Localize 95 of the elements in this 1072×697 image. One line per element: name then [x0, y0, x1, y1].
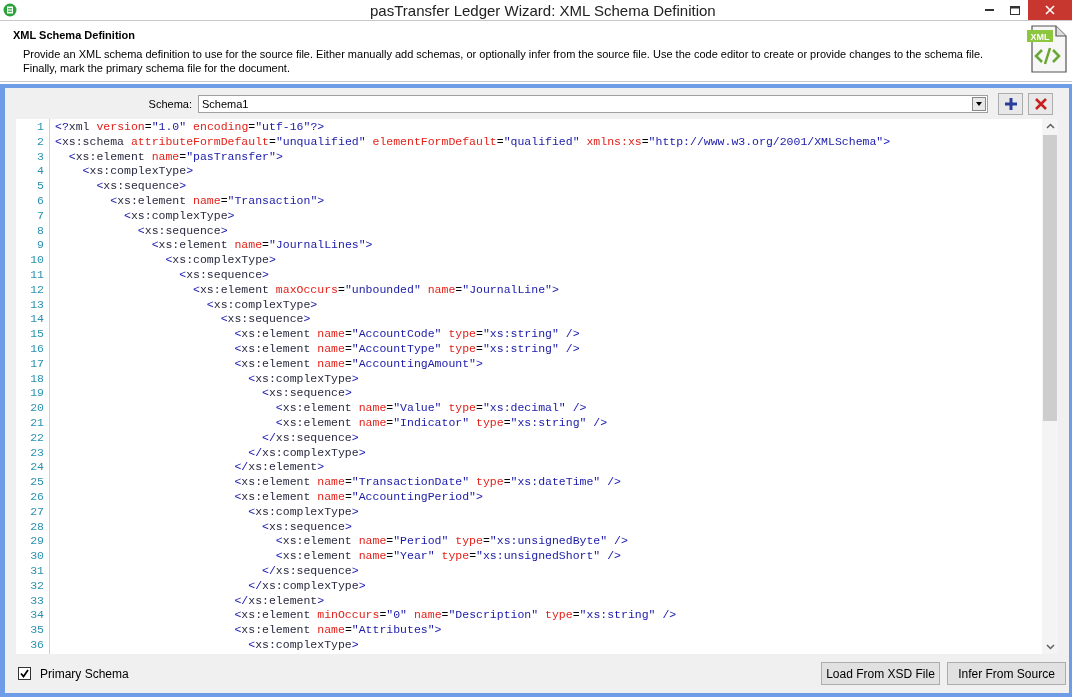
line-number: 29: [29, 534, 45, 550]
scrollbar-thumb[interactable]: [1043, 135, 1057, 421]
code-line: <xs:complexType>: [123, 208, 235, 224]
maximize-icon: [1010, 5, 1020, 15]
line-number: 10: [29, 253, 45, 268]
line-number: 19: [29, 386, 45, 402]
line-number: 1: [36, 120, 45, 135]
minimize-icon: [984, 9, 994, 11]
line-number: 26: [29, 489, 45, 505]
action-button[interactable]: Infer From Source: [947, 662, 1066, 685]
code-line: </xs:element>: [233, 593, 325, 609]
code-line: <xs:element name="Transaction">: [109, 194, 325, 209]
line-number: 35: [29, 623, 45, 638]
line-number: 4: [36, 164, 45, 180]
line-number: 6: [36, 194, 45, 209]
code-line: <xs:complexType>: [164, 253, 276, 268]
line-number: 14: [29, 312, 45, 328]
delete-schema-button[interactable]: [1028, 93, 1053, 115]
code-line: <xs:element maxOccurs="unbounded" name="JournalLine">: [192, 282, 559, 298]
code-line: <xs:sequence>: [95, 179, 187, 194]
line-number: 36: [29, 637, 45, 653]
line-number: 21: [29, 415, 45, 431]
line-number: 18: [29, 371, 45, 387]
line-number: 33: [29, 593, 45, 609]
vertical-scrollbar[interactable]: [1042, 119, 1058, 654]
code-line: <xs:element minOccurs="0" name="Description" type="xs:string" />: [233, 608, 677, 624]
scroll-up-icon: [1045, 123, 1055, 129]
code-line: <xs:sequence>: [136, 223, 228, 239]
code-line: <xs:element name="AccountCode" type="xs:string" />: [233, 327, 580, 342]
code-line: <xs:element name="Value" type="xs:decimal" />: [274, 401, 587, 416]
window-title: pasTransfer Ledger Wizard: XML Schema Definition: [370, 1, 716, 21]
line-number: 5: [36, 179, 45, 194]
header-title: XML Schema Definition: [13, 28, 137, 43]
line-number: 28: [29, 519, 45, 535]
delete-icon: [1033, 97, 1048, 111]
code-line: <xs:complexType>: [247, 371, 359, 387]
line-number: 27: [29, 504, 45, 520]
code-line: <xs:schema attributeFormDefault="unqualified" elementFormDefault="qualified" xmlns:xs="http://www.w3.org/2001/XMLSchema">: [55, 134, 891, 150]
dropdown-caret-icon: [972, 97, 986, 111]
app-icon: [3, 3, 17, 17]
line-number: 11: [29, 267, 45, 283]
checkmark-icon: [20, 669, 29, 678]
line-number: 20: [29, 401, 45, 416]
code-line: <xs:sequence>: [219, 312, 311, 328]
schema-label: Schema:: [147, 96, 193, 112]
line-number: 7: [36, 208, 45, 224]
line-number: 23: [29, 445, 45, 461]
code-line: <xs:element name="Attributes">: [233, 623, 442, 638]
code-line: <xs:element name="Period" type="xs:unsignedByte" />: [274, 534, 628, 550]
code-line: <xs:sequence>: [261, 519, 352, 535]
primary-schema-checkbox[interactable]: Primary Schema: [18, 664, 129, 683]
plus-icon: [1003, 97, 1018, 111]
line-number: 30: [29, 549, 45, 564]
code-line: </xs:complexType>: [247, 578, 366, 594]
code-line: <xs:complexType>: [247, 637, 359, 653]
action-button[interactable]: Load From XSD File: [821, 662, 940, 685]
code-line: <xs:element name="AccountType" type="xs:string" />: [233, 341, 580, 357]
line-number: 31: [29, 563, 45, 579]
close-icon: [1045, 5, 1055, 15]
line-number: 13: [29, 297, 45, 313]
code-line: <xs:sequence>: [261, 386, 352, 402]
line-number: 12: [29, 282, 45, 298]
line-number: 2: [36, 134, 45, 150]
line-number: 24: [29, 460, 45, 476]
add-schema-button[interactable]: [998, 93, 1023, 115]
line-number: 3: [36, 149, 45, 165]
code-line: <xs:element name="AccountingPeriod">: [233, 489, 483, 505]
code-line: <xs:element name="JournalLines">: [150, 238, 373, 254]
code-line: <xs:complexType>: [81, 164, 194, 180]
code-line: <?xml version="1.0" encoding="utf-16"?>: [55, 120, 325, 135]
code-line: <xs:element name="Indicator" type="xs:string" />: [274, 415, 608, 431]
code-line: <xs:sequence>: [178, 267, 269, 283]
line-number: 17: [29, 356, 45, 372]
line-number: 25: [29, 475, 45, 490]
code-line: <xs:element name="AccountingAmount">: [233, 356, 483, 372]
code-line: </xs:complexType>: [247, 445, 366, 461]
scroll-down-icon: [1045, 644, 1055, 650]
code-line: </xs:sequence>: [261, 563, 359, 579]
code-line: <xs:element name="pasTransfer">: [67, 149, 283, 165]
line-number: 22: [29, 430, 45, 446]
code-line: <xs:element name="Year" type="xs:unsignedShort" />: [274, 549, 621, 564]
code-editor[interactable]: [16, 119, 1058, 654]
line-number: 9: [36, 238, 45, 254]
line-number: 8: [36, 223, 45, 239]
schema-dropdown[interactable]: Schema1: [198, 95, 988, 113]
line-number: 16: [29, 341, 45, 357]
code-line: </xs:element>: [233, 460, 325, 476]
line-number: 32: [29, 578, 45, 594]
code-line: <xs:complexType>: [205, 297, 318, 313]
header-description: Provide an XML schema definition to use for the source file. Either manually add schemas, or optionally infer from the source file. Use the code editor to create or provide changes to the schema file. Finally, mark the primary schema file for the document.: [22, 46, 985, 75]
line-number: 15: [29, 327, 45, 342]
code-line: <xs:element name="TransactionDate" type="xs:dateTime" />: [233, 475, 621, 490]
code-line: </xs:sequence>: [261, 430, 359, 446]
code-line: <xs:complexType>: [247, 504, 359, 520]
line-number: 34: [29, 608, 45, 624]
